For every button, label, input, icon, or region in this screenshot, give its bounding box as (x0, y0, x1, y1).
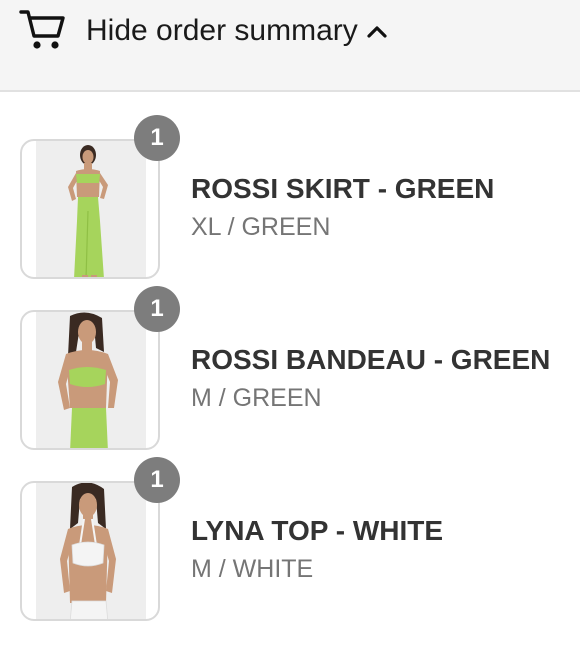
product-variant: M / GREEN (191, 384, 322, 412)
list-item[interactable]: 1 LYNA TOP - WHITE M / WHITE (0, 457, 580, 651)
quantity-badge: 1 (134, 457, 180, 503)
cart-icon[interactable] (18, 6, 66, 52)
chevron-up-icon (367, 26, 387, 38)
product-thumbnail (20, 310, 160, 450)
product-image (68, 145, 108, 277)
product-image (60, 483, 116, 619)
product-thumbnail (20, 139, 160, 279)
product-name: LYNA TOP - WHITE (191, 515, 444, 546)
quantity-badge: 1 (134, 286, 180, 332)
product-variant: XL / GREEN (191, 213, 331, 241)
order-summary-header: Hide order summary (0, 0, 580, 92)
product-name: ROSSI SKIRT - GREEN (191, 173, 495, 204)
toggle-label: Hide order summary (86, 14, 358, 47)
product-name: ROSSI BANDEAU - GREEN (191, 344, 551, 375)
list-item[interactable]: 1 ROSSI BANDEAU - GREEN M / GREEN (0, 286, 580, 480)
hide-order-summary-toggle[interactable]: Hide order summary (86, 10, 388, 52)
product-image (58, 312, 118, 448)
list-item[interactable]: 1 ROSSI SKIRT - GREEN XL / GREEN (0, 115, 580, 309)
product-thumbnail (20, 481, 160, 621)
quantity-badge: 1 (134, 115, 180, 161)
